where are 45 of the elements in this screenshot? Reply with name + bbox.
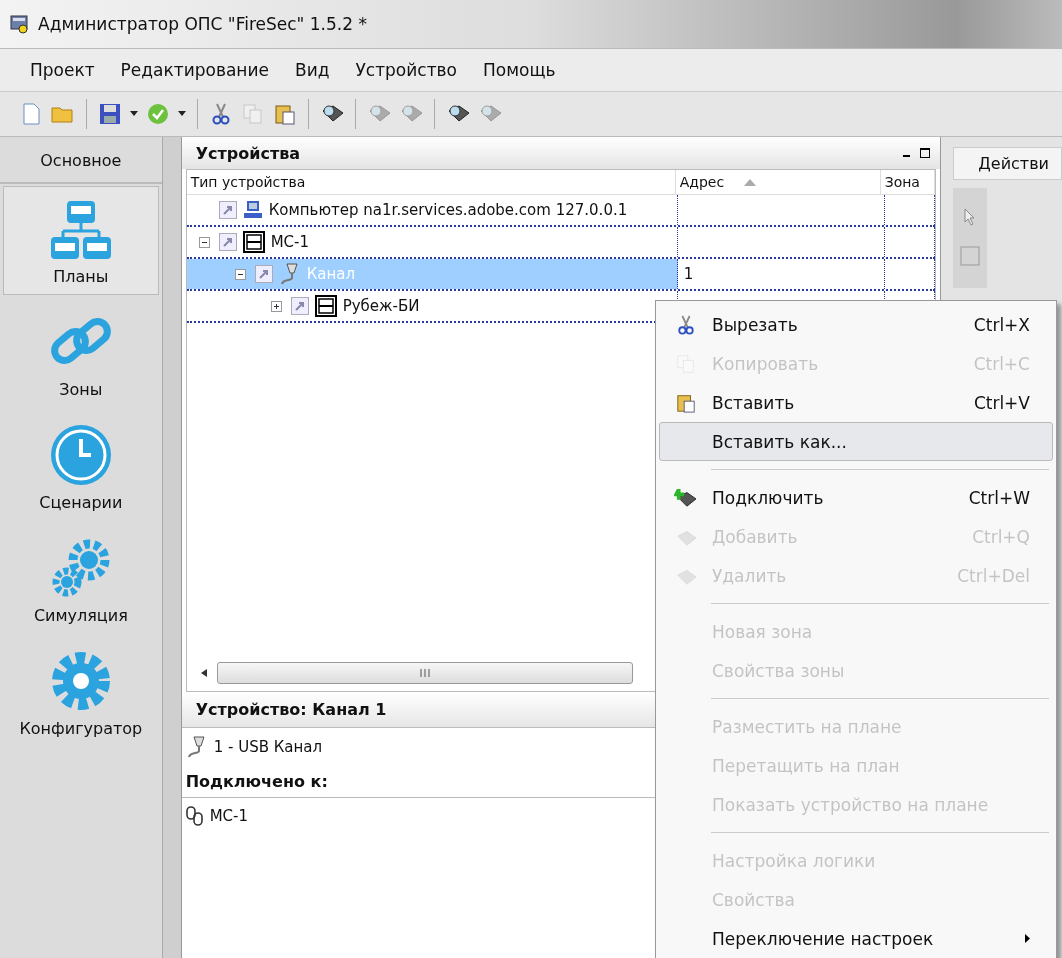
sidebar-item[interactable]: Сценарии bbox=[3, 412, 159, 521]
module-icon bbox=[314, 295, 337, 317]
panel-tab[interactable]: Действи bbox=[953, 147, 1062, 180]
submenu-arrow-icon bbox=[1025, 934, 1030, 943]
panel-title: Устройства bbox=[195, 143, 301, 163]
sort-arrow-icon bbox=[744, 178, 757, 186]
menu-item[interactable]: Устройство bbox=[355, 60, 457, 80]
sidebar-item[interactable]: Симуляция bbox=[3, 525, 159, 634]
connected-device: МС-1 bbox=[209, 807, 249, 825]
cable-plug-icon bbox=[185, 736, 208, 758]
menu-item[interactable]: Редактирование bbox=[120, 60, 269, 80]
sidebar-header: Основное bbox=[0, 137, 162, 184]
sidebar-item[interactable]: Конфигуратор bbox=[3, 638, 159, 747]
maximize-icon[interactable] bbox=[920, 148, 931, 158]
menu-item[interactable]: Вставить Ctrl+V bbox=[659, 383, 1053, 422]
menu-item[interactable]: Вставить как... bbox=[659, 422, 1053, 461]
app-icon bbox=[10, 14, 30, 34]
shortcut-text: Ctrl+X bbox=[973, 314, 1030, 335]
expander-icon[interactable] bbox=[270, 300, 285, 312]
shortcut-text: Ctrl+W bbox=[968, 487, 1030, 508]
column-header[interactable]: Адрес bbox=[675, 170, 881, 194]
sidebar-item[interactable]: Зоны bbox=[3, 299, 159, 408]
chain-link-icon bbox=[185, 806, 204, 826]
scroll-left-arrow-icon[interactable] bbox=[200, 669, 207, 677]
module-icon bbox=[242, 231, 265, 253]
sidebar-item[interactable]: Планы bbox=[3, 186, 159, 295]
device-name: 1 - USB Канал bbox=[213, 738, 323, 756]
scissors-icon bbox=[677, 314, 695, 335]
expander-icon[interactable] bbox=[234, 268, 249, 280]
menu-item[interactable]: Помощь bbox=[482, 60, 556, 80]
window-title: Администратор ОПС "FireSec" 1.5.2 * bbox=[38, 14, 367, 34]
menu-item[interactable]: Вид bbox=[294, 60, 330, 80]
column-header[interactable]: Тип устройства bbox=[186, 170, 676, 194]
clock-icon bbox=[48, 423, 113, 487]
column-header[interactable]: Зона bbox=[880, 170, 936, 194]
shortcut-text: Ctrl+V bbox=[973, 392, 1030, 413]
cable-plug-icon bbox=[278, 263, 301, 285]
menu-item[interactable]: Подключить Ctrl+W bbox=[659, 478, 1053, 517]
paste-icon bbox=[676, 392, 696, 413]
menu-item[interactable]: Проект bbox=[30, 60, 95, 80]
computer-icon bbox=[242, 200, 263, 220]
expander-icon[interactable] bbox=[198, 236, 213, 248]
tree-row[interactable]: Компьютер na1r.services.adobe.com 127.0.0.1 bbox=[186, 195, 936, 227]
menu-item[interactable]: Переключение настроек bbox=[659, 919, 1053, 958]
grip-icon bbox=[419, 669, 430, 677]
